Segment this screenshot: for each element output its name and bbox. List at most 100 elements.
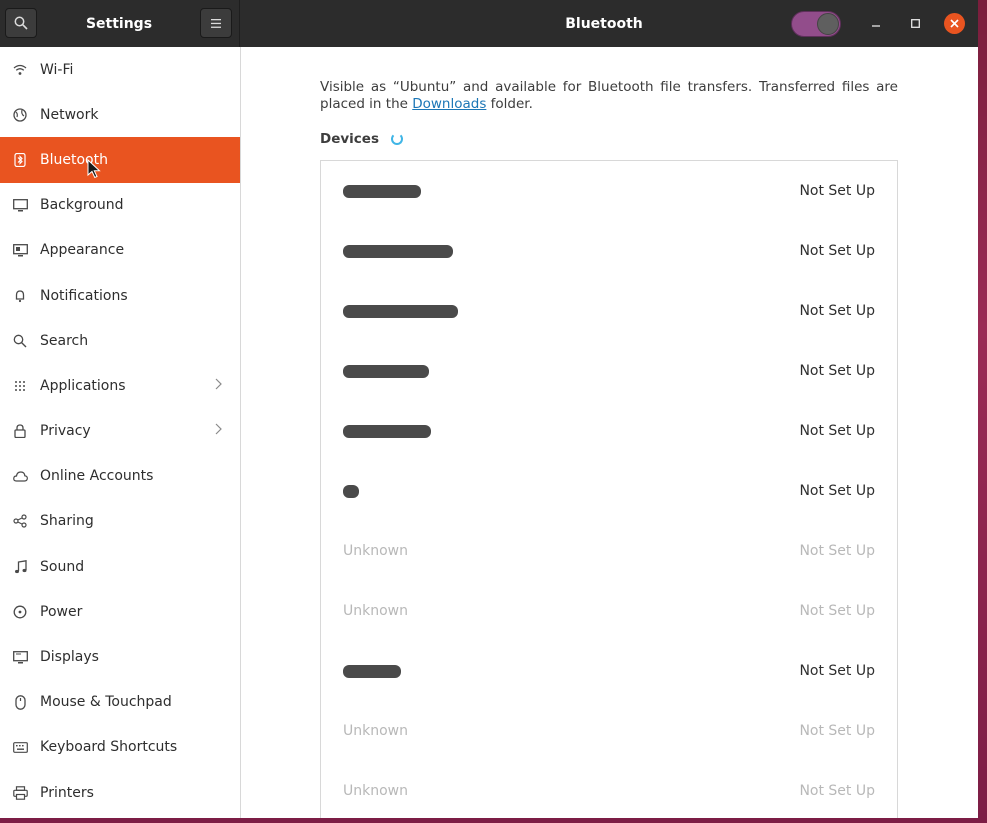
device-row[interactable]: Not Set Up <box>321 641 897 701</box>
close-icon <box>950 19 959 28</box>
device-status: Not Set Up <box>799 603 875 619</box>
search-icon <box>14 16 28 30</box>
device-row[interactable]: Not Set Up <box>321 221 897 281</box>
device-name: Unknown <box>343 723 408 739</box>
maximize-icon <box>910 18 920 28</box>
redaction-mark <box>343 364 429 378</box>
device-row[interactable]: Not Set Up <box>321 401 897 461</box>
device-row[interactable]: Unknown Not Set Up <box>321 581 897 641</box>
appearance-icon <box>12 242 28 258</box>
sidebar-item-printers[interactable]: Printers <box>0 770 240 815</box>
visibility-description: Visible as “Ubuntu” and available for Bl… <box>320 79 898 113</box>
network-icon <box>12 107 28 123</box>
sidebar-item-label: Privacy <box>40 423 91 440</box>
sidebar-item-keyboard-shortcuts[interactable]: Keyboard Shortcuts <box>0 725 240 770</box>
sidebar-item-appearance[interactable]: Appearance <box>0 228 240 273</box>
sidebar-item-label: Appearance <box>40 242 125 259</box>
sidebar-item-displays[interactable]: Displays <box>0 634 240 679</box>
header-bar: Settings Bluetooth <box>0 0 978 47</box>
device-row[interactable]: Unknown Not Set Up <box>321 701 897 761</box>
sidebar-item-mouse-touchpad[interactable]: Mouse & Touchpad <box>0 680 240 725</box>
sidebar-item-label: Keyboard Shortcuts <box>40 739 178 756</box>
bell-icon <box>12 288 28 304</box>
device-status: Not Set Up <box>799 783 875 799</box>
device-row[interactable]: Not Set Up <box>321 161 897 221</box>
device-name-redacted <box>343 303 458 319</box>
sidebar-item-notifications[interactable]: Notifications <box>0 273 240 318</box>
search-button[interactable] <box>5 8 37 38</box>
sidebar-item-search[interactable]: Search <box>0 318 240 363</box>
sidebar-item-label: Mouse & Touchpad <box>40 694 172 711</box>
minimize-button[interactable] <box>864 12 888 34</box>
device-row[interactable]: Unknown Not Set Up <box>321 521 897 581</box>
sidebar-item-sound[interactable]: Sound <box>0 544 240 589</box>
sidebar-item-power[interactable]: Power <box>0 589 240 634</box>
sidebar: Wi-Fi Network Bluetooth Background Appearanc… <box>0 47 241 818</box>
mouse-pointer-icon <box>87 159 101 179</box>
loading-spinner-icon <box>390 133 403 145</box>
display-icon <box>12 649 28 665</box>
redaction-mark <box>343 244 453 258</box>
device-status: Not Set Up <box>799 183 875 199</box>
sidebar-item-label: Sharing <box>40 513 94 530</box>
keyboard-icon <box>12 739 28 755</box>
device-row[interactable]: Not Set Up <box>321 341 897 401</box>
device-row[interactable]: Not Set Up <box>321 461 897 521</box>
device-status: Not Set Up <box>799 303 875 319</box>
device-status: Not Set Up <box>799 723 875 739</box>
sidebar-title: Settings <box>85 15 153 32</box>
sidebar-item-label: Displays <box>40 649 99 666</box>
description-text-end: folder. <box>486 96 533 112</box>
device-name: Unknown <box>343 783 408 799</box>
music-note-icon <box>12 559 28 575</box>
menu-button[interactable] <box>200 8 232 38</box>
device-status: Not Set Up <box>799 663 875 679</box>
sidebar-item-online-accounts[interactable]: Online Accounts <box>0 454 240 499</box>
device-status: Not Set Up <box>799 483 875 499</box>
sidebar-item-label: Applications <box>40 377 126 394</box>
toggle-knob <box>817 13 839 35</box>
device-status: Not Set Up <box>799 423 875 439</box>
redaction-mark <box>343 304 458 318</box>
sidebar-item-background[interactable]: Background <box>0 183 240 228</box>
sidebar-item-label: Printers <box>40 784 94 801</box>
bluetooth-toggle[interactable] <box>791 11 841 37</box>
sidebar-item-label: Network <box>40 106 99 123</box>
mouse-icon <box>12 694 28 710</box>
sidebar-item-label: Background <box>40 197 124 214</box>
printer-icon <box>12 785 28 801</box>
device-row[interactable]: Unknown Not Set Up <box>321 761 897 818</box>
device-name: Unknown <box>343 543 408 559</box>
sidebar-item-label: Online Accounts <box>40 468 154 485</box>
sidebar-item-label: Power <box>40 603 83 620</box>
power-icon <box>12 604 28 620</box>
redaction-mark <box>343 424 431 438</box>
sidebar-item-network[interactable]: Network <box>0 92 240 137</box>
grid-icon <box>12 378 28 394</box>
sidebar-item-sharing[interactable]: Sharing <box>0 499 240 544</box>
description-text: Visible as “Ubuntu” and available for Bl… <box>320 79 898 112</box>
sidebar-item-wi-fi[interactable]: Wi-Fi <box>0 47 240 92</box>
sidebar-item-applications[interactable]: Applications <box>0 363 240 408</box>
sidebar-item-label: Sound <box>40 558 85 575</box>
close-button[interactable] <box>944 13 965 34</box>
device-name-redacted <box>343 183 421 199</box>
sidebar-item-label: Search <box>40 332 89 349</box>
background-icon <box>12 197 28 213</box>
redaction-mark <box>343 484 359 498</box>
sidebar-item-bluetooth[interactable]: Bluetooth <box>0 137 240 183</box>
sidebar-item-privacy[interactable]: Privacy <box>0 409 240 454</box>
sidebar-header: Settings <box>0 0 240 47</box>
panel-header: Bluetooth <box>240 0 978 47</box>
sidebar-item-label: Wi-Fi <box>40 61 74 78</box>
device-name-redacted <box>343 663 401 679</box>
minimize-icon <box>872 25 880 27</box>
maximize-button[interactable] <box>903 12 927 34</box>
downloads-link[interactable]: Downloads <box>412 96 486 112</box>
device-name-redacted <box>343 243 453 259</box>
device-name-redacted <box>343 483 359 499</box>
device-row[interactable]: Not Set Up <box>321 281 897 341</box>
search-icon <box>12 333 28 349</box>
device-status: Not Set Up <box>799 363 875 379</box>
share-icon <box>12 513 28 529</box>
